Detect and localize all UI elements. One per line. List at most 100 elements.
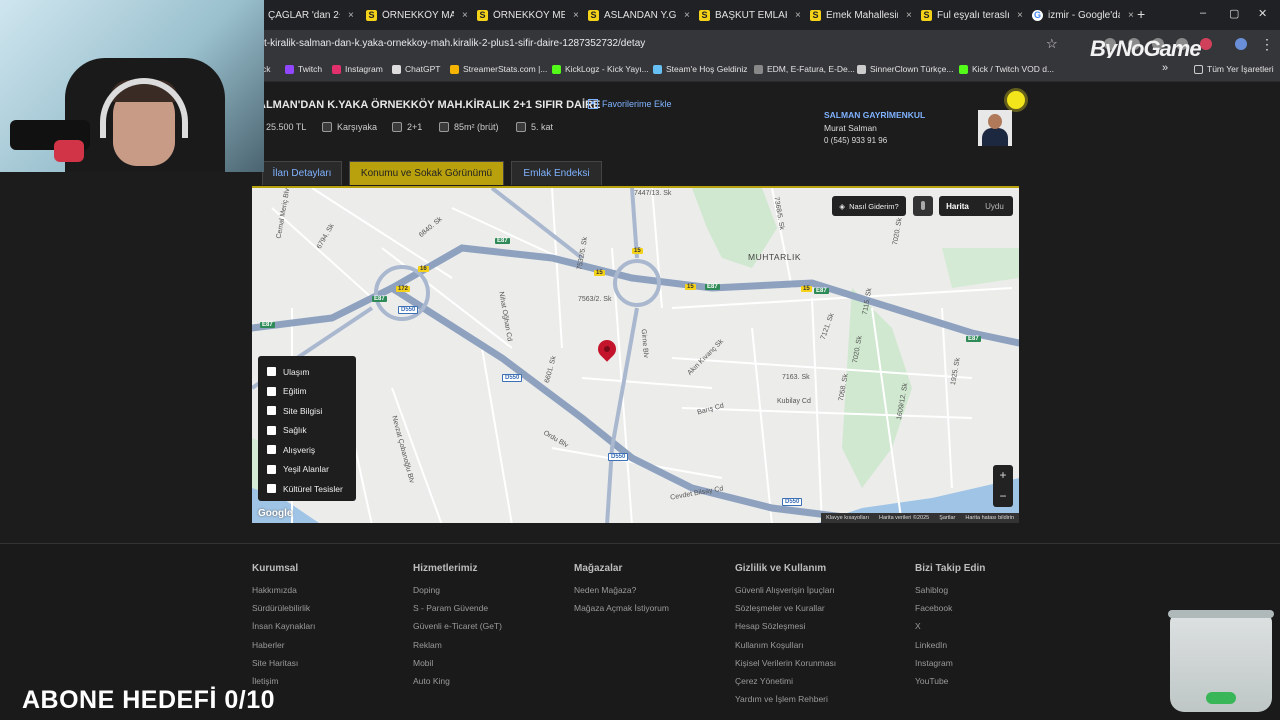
browser-tab[interactable]: S Ful eşyalı teraslı d ×	[917, 4, 1023, 26]
tab-real-estate-index[interactable]: Emlak Endeksi	[511, 161, 602, 185]
footer-link[interactable]: Sahiblog	[915, 585, 985, 603]
footer-link[interactable]: X	[915, 621, 985, 639]
footer-link[interactable]: Güvenli e-Ticaret (GeT)	[413, 621, 502, 639]
footer-link[interactable]: Neden Mağaza?	[574, 585, 669, 603]
footer-link[interactable]: Güvenli Alışverişin İpuçları	[735, 585, 836, 603]
footer-link[interactable]: YouTube	[915, 676, 985, 694]
all-bookmarks-button[interactable]: Tüm Yer İşaretleri	[1194, 64, 1274, 74]
footer-link[interactable]: İnsan Kaynakları	[252, 621, 315, 639]
footer-link[interactable]: Sürdürülebilirlik	[252, 603, 315, 621]
filter-transport[interactable]: Ulaşım	[258, 362, 356, 382]
filter-health[interactable]: Sağlık	[258, 421, 356, 441]
agent-photo[interactable]	[978, 110, 1012, 146]
checkbox[interactable]	[267, 484, 276, 494]
bookmark-item[interactable]: Instagram	[332, 64, 383, 74]
filter-education[interactable]: Eğitim	[258, 382, 356, 402]
footer-link[interactable]: Mobil	[413, 658, 502, 676]
bookmark-item[interactable]: ChatGPT	[392, 64, 440, 74]
footer-heading: Mağazalar	[574, 563, 623, 574]
footer-link[interactable]: Hakkımızda	[252, 585, 315, 603]
bookmark-item[interactable]: KickLogz - Kick Yayı...	[552, 64, 649, 74]
bookmark-star-icon[interactable]: ☆	[1046, 36, 1058, 52]
terms-link[interactable]: Şartlar	[934, 515, 960, 521]
keyboard-shortcuts-link[interactable]: Klavye kısayolları	[821, 515, 874, 521]
bookmark-item[interactable]: SinnerClown Türkçe...	[857, 64, 953, 74]
browser-tab[interactable]: S ÖRNEKKÖY MERK ×	[473, 4, 579, 26]
road-tag: D550	[398, 306, 419, 314]
zoom-in-button[interactable]: +	[993, 465, 1013, 486]
close-icon[interactable]: ×	[795, 10, 801, 21]
footer-link[interactable]: Instagram	[915, 658, 985, 676]
bookmark-item[interactable]: Steam'e Hoş Geldiniz	[653, 64, 747, 74]
checkbox[interactable]	[267, 445, 276, 455]
footer-link[interactable]: Sözleşmeler ve Kurallar	[735, 603, 836, 621]
footer-link[interactable]: Haberler	[252, 640, 315, 658]
url-input[interactable]: t-kiralik-salman-dan-k.yaka-ornekkoy-mah…	[264, 38, 645, 49]
add-favorite-link[interactable]: ★ Favorilerime Ekle	[588, 99, 672, 109]
footer-link[interactable]: Çerez Yönetimi	[735, 676, 836, 694]
chatgpt-icon	[392, 64, 401, 74]
close-icon[interactable]: ×	[462, 10, 468, 21]
maximize-button[interactable]: ▢	[1229, 7, 1239, 20]
minimize-button[interactable]: –	[1200, 7, 1206, 19]
close-icon[interactable]: ×	[348, 10, 354, 21]
new-tab-button[interactable]: +	[1137, 6, 1145, 22]
profile-avatar-icon[interactable]	[1235, 38, 1247, 50]
close-icon[interactable]: ×	[573, 10, 579, 21]
close-icon[interactable]: ×	[1017, 10, 1023, 21]
footer-link[interactable]: Site Haritası	[252, 658, 315, 676]
floor-icon	[516, 122, 526, 132]
tab-location-street-view[interactable]: Konumu ve Sokak Görünümü	[349, 161, 504, 185]
bookmark-item[interactable]: EDM, E-Fatura, E-De...	[754, 64, 855, 74]
filter-site-info[interactable]: Site Bilgisi	[258, 401, 356, 421]
street-view-pegman-icon[interactable]	[913, 196, 933, 216]
checkbox[interactable]	[267, 406, 276, 416]
browser-tab[interactable]: S ASLANDAN Y.GİR ×	[584, 4, 690, 26]
browser-tab[interactable]: S ÖRNEKKÖY MAH ×	[362, 4, 468, 26]
agent-company[interactable]: SALMAN GAYRİMENKUL	[824, 110, 925, 120]
report-map-error-link[interactable]: Harita hatası bildirin	[960, 515, 1019, 521]
close-icon[interactable]: ×	[1128, 10, 1134, 21]
filter-shopping[interactable]: Alışveriş	[258, 440, 356, 460]
checkbox[interactable]	[267, 386, 276, 396]
filter-green-areas[interactable]: Yeşil Alanlar	[258, 460, 356, 480]
footer-link[interactable]: Hesap Sözleşmesi	[735, 621, 836, 639]
more-bookmarks-button[interactable]: »	[1162, 62, 1168, 74]
extension-icon[interactable]	[1200, 38, 1212, 50]
browser-tab[interactable]: S Emek Mahallesind ×	[806, 4, 912, 26]
footer-link[interactable]: Reklam	[413, 640, 502, 658]
zoom-control: + −	[993, 465, 1013, 507]
bookmark-item[interactable]: Twitch	[285, 64, 322, 74]
footer-link[interactable]: Kişisel Verilerin Korunması	[735, 658, 836, 676]
close-icon[interactable]: ×	[906, 10, 912, 21]
close-icon[interactable]: ×	[684, 10, 690, 21]
map-type-map-button[interactable]: Harita	[939, 196, 976, 216]
directions-button[interactable]: ◈ Nasıl Giderim?	[832, 196, 906, 216]
screen: none ÇAĞLAR 'dan 2+1 × S ÖRNEKKÖY MAH × …	[0, 0, 1280, 720]
tab-listing-details[interactable]: İlan Detayları	[262, 161, 342, 185]
checkbox[interactable]	[267, 425, 276, 435]
footer-link[interactable]: Mağaza Açmak İstiyorum	[574, 603, 669, 621]
menu-icon[interactable]: ⋮	[1260, 36, 1274, 53]
checkbox[interactable]	[267, 367, 276, 377]
sticker-icon	[1007, 91, 1025, 109]
footer-link[interactable]: Auto King	[413, 676, 502, 694]
footer-column-follow: Bizi Takip Edin Sahiblog Facebook X Link…	[915, 563, 985, 694]
footer-link[interactable]: Kullanım Koşulları	[735, 640, 836, 658]
close-window-button[interactable]: ✕	[1258, 7, 1267, 20]
footer-link[interactable]: Facebook	[915, 603, 985, 621]
footer-link[interactable]: LinkedIn	[915, 640, 985, 658]
browser-tab[interactable]: none ÇAĞLAR 'dan 2+1 ×	[264, 4, 360, 26]
map-view[interactable]: Cemal Meriç Blv 6794. Sk 6840. Sk 7447/1…	[252, 186, 1019, 523]
footer-link[interactable]: Doping	[413, 585, 502, 603]
browser-tab-google[interactable]: G izmir - Google'da ×	[1028, 4, 1134, 26]
filter-cultural[interactable]: Kültürel Tesisler	[258, 479, 356, 499]
bookmark-item[interactable]: Kick / Twitch VOD d...	[959, 64, 1054, 74]
zoom-out-button[interactable]: −	[993, 486, 1013, 507]
bookmark-item[interactable]: StreamerStats.com |...	[450, 64, 547, 74]
map-type-satellite-button[interactable]: Uydu	[976, 196, 1013, 216]
footer-link[interactable]: Yardım ve İşlem Rehberi	[735, 694, 836, 712]
browser-tab[interactable]: S BAŞKUT EMLAK ×	[695, 4, 801, 26]
checkbox[interactable]	[267, 464, 276, 474]
footer-link[interactable]: S - Param Güvende	[413, 603, 502, 621]
